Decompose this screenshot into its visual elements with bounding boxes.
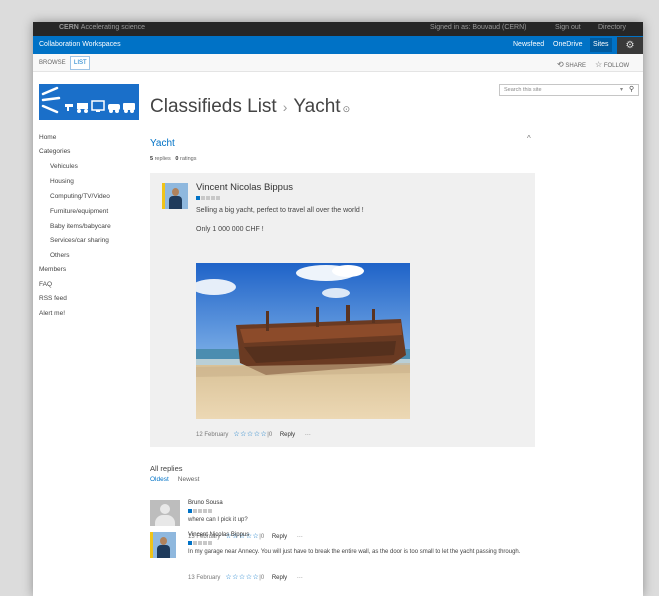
reply-text: In my garage near Annecy. You will just … (188, 549, 521, 555)
reply-link[interactable]: Reply (272, 534, 287, 540)
nav-subcategory-item[interactable]: Furniture/equipment (50, 208, 108, 215)
tab-browse[interactable]: BROWSE (39, 60, 66, 66)
nav-subcategory-item[interactable]: Services/car sharing (50, 237, 109, 244)
rating-count: 0 (268, 432, 273, 438)
post-meta: 12 February ☆☆☆☆☆|0 Reply ··· (196, 430, 311, 438)
tab-list[interactable]: LIST (70, 56, 90, 70)
logo-vehicles-icon (41, 86, 135, 114)
signed-in-user[interactable]: Signed in as: Bouvaud (CERN) (430, 24, 527, 31)
post-date: 12 February (196, 432, 229, 438)
nav-subcategory-item[interactable]: Computing/TV/Video (50, 193, 110, 200)
ratings-count: 0 (175, 156, 179, 162)
post-body-line: Selling a big yacht, perfect to travel a… (196, 207, 364, 214)
search-box[interactable]: Search this site ▾ ⚲ (499, 84, 639, 96)
share-label: SHARE (565, 63, 587, 69)
reply-meta: 13 February ☆☆☆☆☆|0 Reply ··· (188, 573, 303, 581)
nav-subcategory-item[interactable]: Vehicules (50, 163, 78, 170)
newsfeed-link[interactable]: Newsfeed (513, 41, 544, 48)
reply-author[interactable]: Bruno Sousa (188, 500, 223, 506)
share-icon: ⟲ (557, 60, 564, 69)
search-icon[interactable]: ⚲ (629, 85, 634, 93)
top-nav-bar: Collaboration Workspaces Newsfeed OneDri… (33, 36, 643, 54)
topic-counts: 5 replies 0 ratings (150, 156, 197, 162)
reply-text: where can I pick it up? (188, 517, 248, 523)
avatar[interactable] (150, 532, 176, 558)
nav-categories[interactable]: Categories (39, 148, 70, 155)
suite-bar: CERN Accelerating science Signed in as: … (33, 22, 643, 36)
sign-out-link[interactable]: Sign out (555, 24, 581, 31)
nav-subcategory-item[interactable]: Baby items/babycare (50, 223, 111, 230)
rating-count: 0 (260, 575, 265, 581)
search-scope-dropdown-icon[interactable]: ▾ (620, 86, 623, 93)
page-subtitle: Yacht (293, 96, 341, 117)
sort-options: Oldest Newest (150, 476, 199, 483)
avatar[interactable] (150, 500, 180, 526)
site-title-link[interactable]: Collaboration Workspaces (39, 41, 121, 48)
brand-name: CERN (59, 24, 79, 31)
replies-count: 5 (150, 156, 154, 162)
ribbon: BROWSE LIST ⟲ SHARE ☆ FOLLOW (33, 54, 643, 72)
topic-title[interactable]: Yacht (150, 138, 175, 149)
suite-brand[interactable]: CERN Accelerating science (59, 24, 145, 31)
nav-subcategory-item[interactable]: Housing (50, 178, 74, 185)
sites-label: Sites (593, 41, 609, 48)
presence-indicator (196, 196, 221, 200)
rating-stars[interactable]: ☆☆☆☆☆ (225, 574, 259, 581)
brand-suffix: Accelerating science (80, 24, 145, 31)
reply-link[interactable]: Reply (272, 575, 287, 581)
avatar[interactable] (162, 183, 188, 209)
nav-home[interactable]: Home (39, 134, 56, 141)
shipwreck-image (196, 263, 410, 419)
tab-list-label: LIST (74, 60, 87, 66)
follow-label: FOLLOW (603, 63, 630, 69)
follow-button[interactable]: ☆ FOLLOW (595, 60, 629, 69)
ratings-label: ratings (179, 156, 197, 162)
presence-indicator (188, 509, 213, 513)
nav-faq[interactable]: FAQ (39, 281, 52, 288)
title-info-icon[interactable]: ⊙ (343, 104, 351, 114)
all-replies-heading: All replies (150, 464, 183, 473)
more-options[interactable]: ··· (297, 575, 303, 581)
collapse-caret-icon[interactable]: ^ (527, 134, 531, 143)
nav-rss-feed[interactable]: RSS feed (39, 295, 67, 302)
more-options[interactable]: ··· (297, 534, 303, 540)
title-separator: › (282, 99, 288, 115)
replies-label: replies (154, 156, 171, 162)
page-title-text: Classifieds List (150, 96, 277, 117)
post-author[interactable]: Vincent Nicolas Bippus (196, 182, 293, 193)
directory-link[interactable]: Directory (598, 24, 626, 31)
nav-alert-me[interactable]: Alert me! (39, 310, 65, 317)
sites-link[interactable]: Sites (590, 38, 612, 52)
rating-stars[interactable]: ☆☆☆☆☆ (233, 431, 267, 438)
follow-star-icon: ☆ (595, 60, 603, 69)
presence-indicator (188, 541, 213, 545)
browser-page: CERN Accelerating science Signed in as: … (33, 22, 643, 596)
reply-date: 13 February (188, 575, 221, 581)
post-photo[interactable] (196, 263, 410, 419)
nav-subcategory-item[interactable]: Others (50, 252, 70, 259)
nav-members[interactable]: Members (39, 266, 66, 273)
more-options[interactable]: ··· (305, 432, 311, 438)
sort-newest[interactable]: Newest (178, 476, 200, 483)
page-title: Classifieds List › Yacht ⊙ (150, 96, 350, 118)
original-post: Vincent Nicolas Bippus Selling a big yac… (150, 173, 535, 447)
reply-author[interactable]: Vincent Nicolas Bippus (188, 532, 249, 538)
reply-link[interactable]: Reply (280, 432, 295, 438)
site-logo[interactable] (39, 84, 139, 120)
rating-count: 0 (260, 534, 265, 540)
post-body-line: Only 1 000 000 CHF ! (196, 226, 264, 233)
onedrive-link[interactable]: OneDrive (553, 41, 583, 48)
search-input[interactable]: Search this site (504, 87, 542, 93)
share-button[interactable]: ⟲ SHARE (557, 60, 586, 69)
sort-oldest[interactable]: Oldest (150, 476, 169, 483)
gear-icon[interactable]: ⚙ (617, 37, 643, 54)
